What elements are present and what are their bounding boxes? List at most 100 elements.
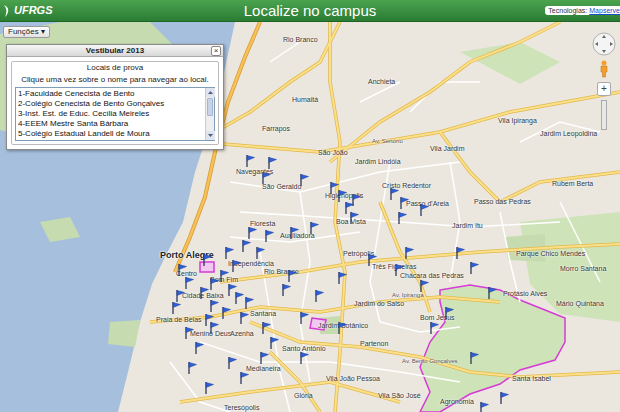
place-label: Partenon	[360, 340, 388, 347]
exam-location-flag-icon[interactable]	[405, 247, 414, 259]
exam-location-flag-icon[interactable]	[205, 382, 214, 394]
exam-location-flag-icon[interactable]	[210, 278, 219, 290]
exam-location-flag-icon[interactable]	[185, 277, 194, 289]
exam-location-flag-icon[interactable]	[282, 284, 291, 296]
place-label: Santa Isabel	[512, 375, 551, 382]
zoom-in-button[interactable]: +	[597, 82, 611, 96]
exam-location-flag-icon[interactable]	[470, 262, 479, 274]
exam-location-flag-icon[interactable]	[352, 194, 361, 206]
exam-location-flag-icon[interactable]	[288, 270, 297, 282]
scroll-down-icon[interactable]	[206, 131, 215, 140]
exam-location-flag-icon[interactable]	[456, 247, 465, 259]
road-label: Av. Sertório	[372, 138, 403, 144]
exam-locations-group: Locais de provaClique uma vez sobre o no…	[11, 61, 219, 145]
ufrgs-logo[interactable]: UFRGS	[0, 4, 244, 18]
app: UFRGSLocalize no campusTecnologias:Mapse…	[0, 0, 620, 412]
exam-location-flag-icon[interactable]	[203, 254, 212, 266]
place-label: Vila São José	[378, 392, 421, 399]
exam-location-flag-icon[interactable]	[225, 247, 234, 259]
location-item[interactable]: 5-Colégio Estadual Landell de Moura	[16, 129, 205, 139]
place-label: Parque Chico Mendes	[516, 250, 585, 257]
exam-location-flag-icon[interactable]	[420, 204, 429, 216]
exam-location-flag-icon[interactable]	[262, 322, 271, 334]
place-label: Três Figueiras	[372, 263, 416, 270]
exam-location-flag-icon[interactable]	[268, 157, 277, 169]
exam-location-flag-icon[interactable]	[270, 337, 279, 349]
exam-location-flag-icon[interactable]	[345, 202, 354, 214]
exam-location-flag-icon[interactable]	[220, 270, 229, 282]
exam-location-flag-icon[interactable]	[185, 327, 194, 339]
exam-location-flag-icon[interactable]	[445, 307, 454, 319]
place-label: Morro Santana	[560, 265, 606, 272]
map[interactable]: Av. SertórioAv. IpirangaAv. Bento Gonçal…	[0, 22, 620, 412]
exam-location-flag-icon[interactable]	[470, 352, 479, 364]
exam-location-flag-icon[interactable]	[172, 302, 181, 314]
exam-location-flag-icon[interactable]	[245, 297, 254, 309]
exam-location-flag-icon[interactable]	[228, 357, 237, 369]
exam-location-flag-icon[interactable]	[256, 247, 265, 259]
exam-location-flag-icon[interactable]	[290, 227, 299, 239]
exam-location-flag-icon[interactable]	[248, 227, 257, 239]
place-label: Santana	[250, 310, 276, 317]
place-label: Rio Branco	[283, 36, 318, 43]
exam-location-flag-icon[interactable]	[260, 352, 269, 364]
exam-location-flag-icon[interactable]	[300, 174, 309, 186]
exam-location-flag-icon[interactable]	[262, 172, 271, 184]
exam-location-flag-icon[interactable]	[330, 182, 339, 194]
exam-location-flag-icon[interactable]	[240, 312, 249, 324]
exam-location-flag-icon[interactable]	[242, 240, 251, 252]
functions-button[interactable]: Funções▾	[3, 26, 50, 38]
place-label: Praia de Belas	[156, 316, 202, 323]
pan-control-icon[interactable]	[592, 32, 616, 56]
exam-panel: Vestibular 2013×Locais de provaClique um…	[6, 44, 224, 150]
exam-location-flag-icon[interactable]	[400, 197, 409, 209]
exam-location-flag-icon[interactable]	[310, 222, 319, 234]
exam-location-flag-icon[interactable]	[210, 322, 219, 334]
exam-location-flag-icon[interactable]	[315, 290, 324, 302]
exam-location-flag-icon[interactable]	[338, 190, 347, 202]
location-item[interactable]: 1-Faculdade Cenecista de Bento	[16, 89, 205, 99]
exam-location-flag-icon[interactable]	[222, 307, 231, 319]
exam-location-flag-icon[interactable]	[176, 290, 185, 302]
exam-location-flag-icon[interactable]	[480, 402, 489, 412]
scroll-thumb[interactable]	[207, 98, 213, 116]
exam-location-flag-icon[interactable]	[398, 212, 407, 224]
exam-location-flag-icon[interactable]	[338, 322, 347, 334]
place-label: Medianeira	[246, 365, 281, 372]
exam-location-flag-icon[interactable]	[390, 188, 399, 200]
exam-location-flag-icon[interactable]	[232, 260, 241, 272]
mapserver-link[interactable]: Mapserve	[589, 7, 620, 14]
exam-location-flag-icon[interactable]	[500, 392, 509, 404]
place-label: Agronomia	[440, 398, 474, 405]
exam-location-flag-icon[interactable]	[430, 322, 439, 334]
location-item[interactable]: 3-Inst. Est. de Educ. Cecília Meireles	[16, 109, 205, 119]
zoom-slider[interactable]	[601, 100, 607, 130]
location-item[interactable]: 2-Colégio Cenecista de Bento Gonçalves	[16, 99, 205, 109]
exam-location-flag-icon[interactable]	[178, 264, 187, 276]
place-label: Santo Antônio	[282, 345, 326, 352]
exam-location-flag-icon[interactable]	[240, 372, 249, 384]
exam-location-flag-icon[interactable]	[300, 352, 309, 364]
exam-location-flag-icon[interactable]	[300, 312, 309, 324]
location-item[interactable]: 4-EEEM Mestre Santa Bárbara	[16, 119, 205, 129]
exam-location-flag-icon[interactable]	[265, 230, 274, 242]
exam-location-flag-icon[interactable]	[488, 287, 497, 299]
exam-location-flag-icon[interactable]	[338, 272, 347, 284]
exam-location-flag-icon[interactable]	[188, 362, 197, 374]
exam-location-flag-icon[interactable]	[420, 280, 429, 292]
locations-listbox[interactable]: 1-Faculdade Cenecista de Bento2-Colégio …	[15, 87, 215, 141]
exam-location-flag-icon[interactable]	[210, 300, 219, 312]
exam-location-flag-icon[interactable]	[350, 212, 359, 224]
exam-location-flag-icon[interactable]	[195, 342, 204, 354]
ufrgs-emblem-icon	[2, 4, 12, 18]
list-scrollbar[interactable]	[205, 88, 214, 140]
scroll-up-icon[interactable]	[206, 88, 215, 97]
close-button[interactable]: ×	[211, 46, 221, 56]
place-label: Vila Jardim	[430, 145, 465, 152]
street-view-pegman-icon[interactable]	[598, 60, 610, 78]
exam-location-flag-icon[interactable]	[200, 287, 209, 299]
exam-location-flag-icon[interactable]	[246, 155, 255, 167]
exam-location-flag-icon[interactable]	[235, 292, 244, 304]
exam-location-flag-icon[interactable]	[395, 264, 404, 276]
exam-location-flag-icon[interactable]	[368, 254, 377, 266]
